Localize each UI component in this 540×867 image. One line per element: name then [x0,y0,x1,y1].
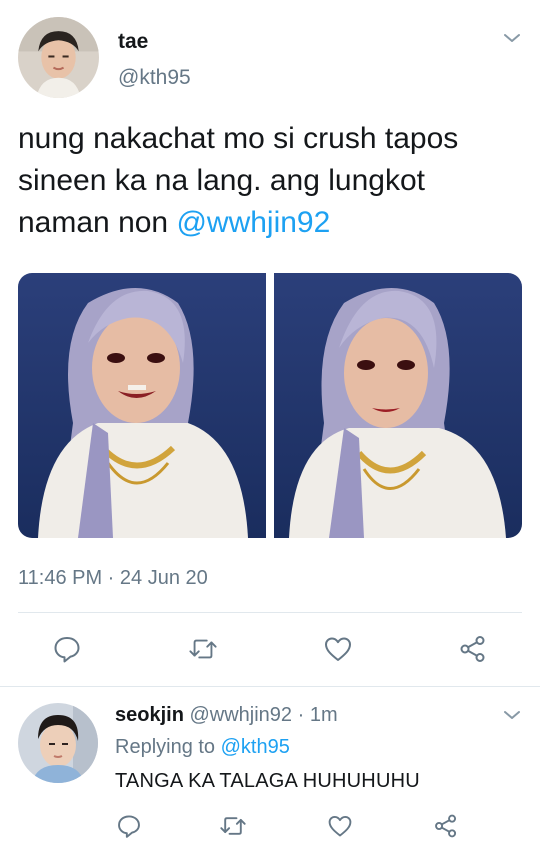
tweet-timestamp[interactable]: 11:46 PM · 24 Jun 20 [18,567,208,590]
like-button[interactable] [325,811,355,841]
reply-text: TANGA KA TALAGA HUHUHUHU [115,770,420,792]
avatar-photo-icon [18,17,99,98]
reply-button[interactable] [114,811,144,841]
share-button[interactable] [458,634,488,664]
retweet-icon [189,639,217,659]
reply-tweet[interactable]: seokjin @wwhjin92 · 1m Replying to @kth9… [0,687,540,867]
tweet-text: nung nakachat mo si crush tapos sineen k… [18,118,523,244]
chevron-down-icon[interactable] [502,707,522,723]
media-photo-2[interactable] [274,273,522,538]
share-button[interactable] [431,811,461,841]
heart-icon [325,637,351,661]
reply-header: seokjin @wwhjin92 · 1m [115,704,338,727]
heart-icon [328,815,352,837]
reply-icon [54,637,80,663]
photo-2-icon [274,273,522,538]
tweet-action-bar [0,632,540,666]
retweet-icon [220,817,246,835]
reply-button[interactable] [52,634,82,664]
like-button[interactable] [323,634,353,664]
author-handle[interactable]: @kth95 [118,66,191,90]
tweet-media[interactable] [18,273,522,538]
media-photo-1[interactable] [18,273,266,538]
replying-to-line: Replying to @kth95 [115,736,290,759]
divider [18,612,522,613]
replying-to-prefix: Replying to [115,736,221,758]
reply-handle[interactable]: @wwhjin92 [189,704,292,726]
share-icon [435,814,457,838]
reply-display-name[interactable]: seokjin [115,704,184,726]
author-display-name[interactable]: tae [118,30,148,54]
chevron-down-icon[interactable] [502,30,522,46]
retweet-button[interactable] [218,811,248,841]
mention-link[interactable]: @wwhjin92 [176,206,330,239]
author-avatar[interactable] [18,17,99,98]
reply-separator: · [297,704,305,726]
avatar-photo-icon [18,703,98,783]
reply-time[interactable]: 1m [310,704,338,726]
replying-to-mention[interactable]: @kth95 [221,736,290,758]
photo-1-icon [18,273,266,538]
main-tweet[interactable]: tae @kth95 nung nakachat mo si crush tap… [0,0,540,687]
share-icon [460,636,485,662]
reply-author-avatar[interactable] [18,703,98,783]
reply-icon [118,815,140,838]
retweet-button[interactable] [188,634,218,664]
reply-action-bar [0,813,540,839]
